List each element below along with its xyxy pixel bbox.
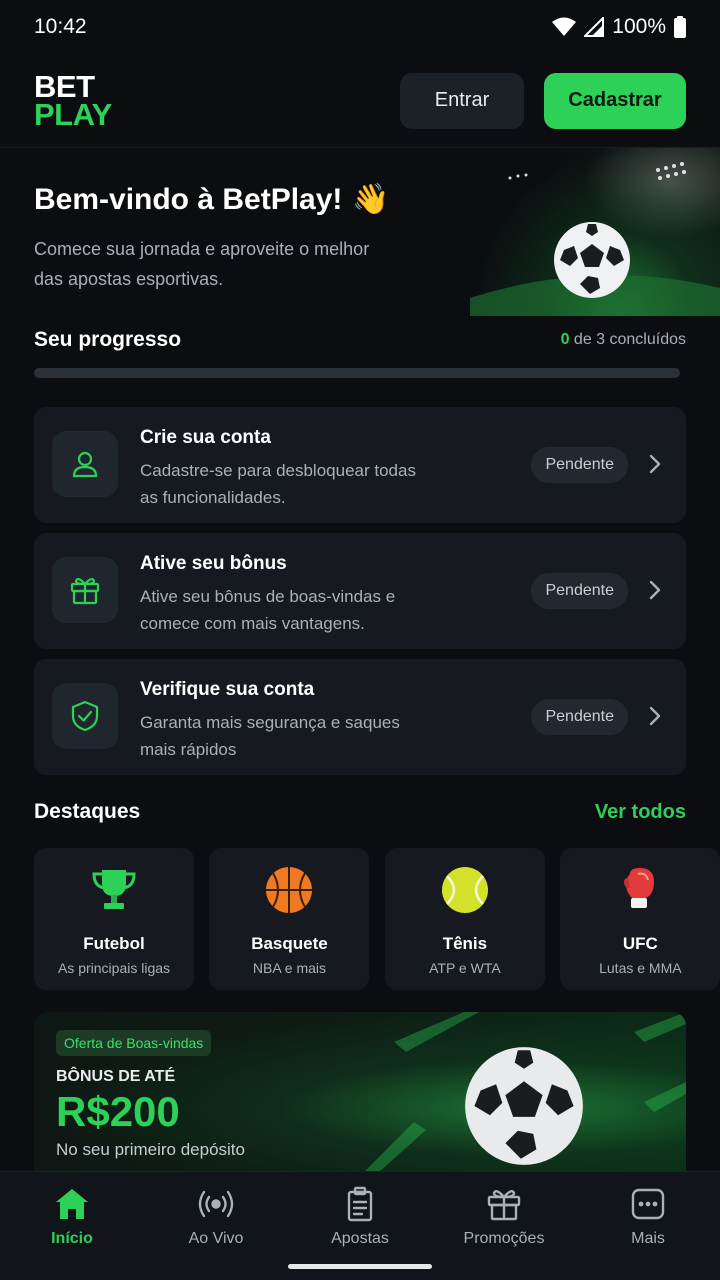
signup-button[interactable]: Cadastrar	[544, 72, 686, 129]
progress-header: Seu progresso 0 de 3 concluídos	[34, 328, 686, 352]
task-title: Crie sua conta	[140, 427, 271, 448]
task-activate-bonus[interactable]: Ative seu bônus Ative seu bônus de boas-…	[34, 533, 686, 649]
header-actions: Entrar Cadastrar	[400, 72, 686, 129]
sport-name: Tênis	[442, 934, 488, 953]
nav-label: Promoções	[463, 1230, 545, 1247]
sport-card-futebol[interactable]: Futebol As principais ligas	[34, 848, 194, 990]
welcome-hero: Bem-vindo à BetPlay! 👋 Comece sua jornad…	[0, 148, 720, 316]
promo-label: BÔNUS DE ATÉ	[56, 1068, 176, 1085]
boxing-glove-icon	[624, 868, 655, 908]
sport-subtitle: ATP e WTA	[429, 960, 501, 976]
promo-tag: Oferta de Boas-vindas	[56, 1030, 212, 1056]
chevron-right-icon	[649, 706, 661, 726]
nav-label: Mais	[631, 1230, 665, 1247]
tennis-ball-icon	[441, 867, 488, 913]
live-broadcast-icon	[198, 1190, 234, 1218]
promo-amount: R$200	[56, 1088, 180, 1135]
betplay-logo[interactable]: BET PLAY	[34, 71, 112, 132]
progress-done-count: 0	[560, 331, 570, 348]
nav-item-mais[interactable]: Mais	[576, 1172, 720, 1264]
nav-label: Apostas	[331, 1230, 389, 1247]
soccer-ball-icon	[554, 222, 630, 298]
welcome-title-text: Bem-vindo à BetPlay!	[34, 182, 343, 216]
task-description: Ative seu bônus de boas-vindas e comece …	[140, 587, 396, 633]
task-create-account[interactable]: Crie sua conta Cadastre-se para desbloqu…	[34, 407, 686, 523]
sport-name: Basquete	[251, 934, 328, 953]
clipboard-icon	[347, 1186, 373, 1222]
task-title: Verifique sua conta	[140, 679, 315, 700]
logo-line-2: PLAY	[34, 96, 112, 132]
trophy-icon	[92, 870, 136, 909]
nav-label: Início	[51, 1230, 93, 1247]
welcome-subtitle: Comece sua jornada e aproveite o melhor …	[34, 239, 370, 289]
task-description: Cadastre-se para desbloquear todas as fu…	[140, 461, 416, 507]
status-time: 10:42	[34, 15, 87, 38]
progress-count: 0 de 3 concluídos	[561, 331, 686, 349]
home-indicator[interactable]	[288, 1264, 432, 1269]
nav-item-promocoes[interactable]: Promoções	[432, 1172, 576, 1264]
battery-percent: 100%	[612, 15, 666, 38]
progress-count-suffix: de 3 concluídos	[573, 331, 686, 348]
nav-label: Ao Vivo	[188, 1230, 244, 1247]
onboarding-tasks: Crie sua conta Cadastre-se para desbloqu…	[34, 407, 686, 785]
task-title: Ative seu bônus	[140, 553, 287, 574]
status-bar: 10:42 100%	[0, 0, 720, 54]
sport-card-tenis[interactable]: Tênis ATP e WTA	[384, 848, 545, 990]
sport-subtitle: Lutas e MMA	[599, 960, 682, 976]
task-verify-account[interactable]: Verifique sua conta Garanta mais seguran…	[34, 659, 686, 775]
battery-icon	[674, 16, 686, 38]
wifi-icon	[552, 17, 577, 36]
waving-hand-icon: 👋	[352, 183, 390, 216]
signal-icon	[584, 17, 605, 37]
promo-subtitle: No seu primeiro depósito	[56, 1140, 245, 1159]
gift-icon	[487, 1190, 521, 1221]
welcome-bonus-banner[interactable]: Oferta de Boas-vindas BÔNUS DE ATÉ R$200…	[34, 1012, 686, 1172]
status-icons: 100%	[552, 15, 686, 39]
nav-item-ao-vivo[interactable]: Ao Vivo	[144, 1172, 288, 1264]
highlights-carousel[interactable]: Futebol As principais ligas Basquete NBA…	[34, 848, 720, 990]
see-all-link[interactable]: Ver todos	[595, 801, 686, 824]
progress-title: Seu progresso	[34, 328, 182, 351]
home-icon	[56, 1189, 88, 1219]
status-badge: Pendente	[531, 573, 628, 609]
status-badge: Pendente	[531, 447, 628, 483]
user-icon	[52, 431, 118, 497]
task-description: Garanta mais segurança e saques mais ráp…	[140, 713, 400, 759]
sport-subtitle: NBA e mais	[252, 960, 327, 976]
sport-name: Futebol	[83, 934, 145, 953]
app-header: BET PLAY Entrar Cadastrar	[0, 54, 720, 148]
soccer-ball-icon	[465, 1047, 583, 1165]
basketball-icon	[266, 867, 313, 913]
welcome-title: Bem-vindo à BetPlay! 👋	[34, 182, 390, 217]
gift-icon	[52, 557, 118, 623]
chevron-right-icon	[649, 454, 661, 474]
nav-item-apostas[interactable]: Apostas	[288, 1172, 432, 1264]
chevron-right-icon	[649, 580, 661, 600]
nav-item-inicio[interactable]: Início	[0, 1172, 144, 1264]
shield-check-icon	[52, 683, 118, 749]
login-button[interactable]: Entrar	[400, 72, 524, 129]
more-icon	[631, 1188, 665, 1220]
highlights-header: Destaques Ver todos	[34, 800, 686, 824]
status-badge: Pendente	[531, 699, 628, 735]
progress-bar	[34, 368, 680, 378]
sport-subtitle: As principais ligas	[57, 960, 171, 976]
sport-name: UFC	[622, 934, 658, 953]
highlights-title: Destaques	[34, 800, 141, 823]
sport-card-ufc[interactable]: UFC Lutas e MMA	[560, 848, 720, 990]
sport-card-basquete[interactable]: Basquete NBA e mais	[209, 848, 370, 990]
